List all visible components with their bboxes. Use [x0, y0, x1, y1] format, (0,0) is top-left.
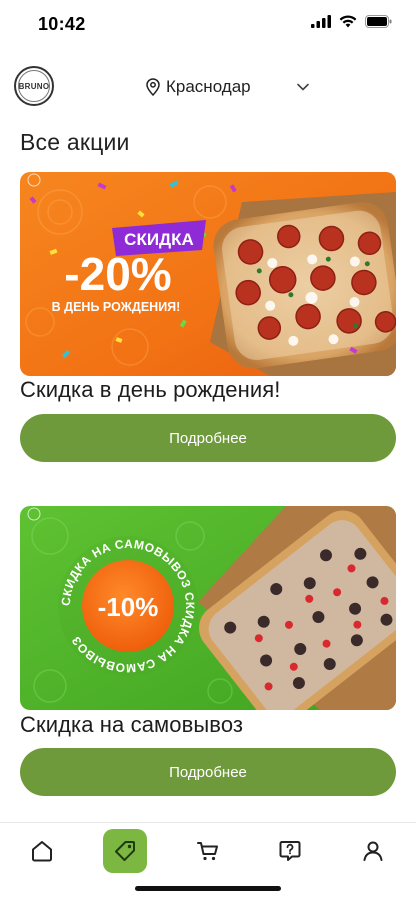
promotions-screen: 10:42 BRUNO Краснодар Все акции СКИДКА -…	[0, 0, 416, 900]
tag-icon	[115, 841, 135, 861]
promo-details-button-pickup[interactable]: Подробнее	[20, 748, 396, 796]
location-pin-icon	[146, 78, 160, 96]
status-bar: 10:42	[0, 0, 416, 48]
battery-icon	[365, 15, 392, 28]
tab-profile[interactable]	[351, 829, 395, 873]
status-time: 10:42	[38, 14, 86, 34]
promo-banner-pickup[interactable]: СКИДКА НА САМОВЫВОЗ СКИДКА НА САМОВЫВОЗ …	[20, 506, 396, 710]
promo-birthday-caption: В ДЕНЬ РОЖДЕНИЯ!	[52, 300, 181, 314]
brand-logo[interactable]: BRUNO	[14, 66, 54, 106]
promo-banner-pickup-art: СКИДКА НА САМОВЫВОЗ СКИДКА НА САМОВЫВОЗ …	[20, 506, 396, 710]
promo-details-button-birthday[interactable]: Подробнее	[20, 414, 396, 462]
home-icon	[32, 841, 52, 862]
signal-icon	[311, 15, 331, 28]
promo-birthday-badge: СКИДКА	[124, 230, 194, 249]
app-header: BRUNO Краснодар	[0, 62, 416, 114]
promo-birthday-value: -20%	[64, 248, 171, 300]
status-icons	[311, 15, 392, 28]
help-icon	[279, 841, 301, 861]
promo-title-pickup: Скидка на самовывоз	[20, 712, 244, 737]
tab-cart[interactable]	[186, 829, 230, 873]
cart-icon	[197, 842, 218, 861]
city-name: Краснодар	[166, 77, 251, 96]
tab-promotions[interactable]	[103, 829, 147, 873]
page-title: Все акции	[20, 129, 130, 155]
promo-banner-birthday-art: СКИДКА -20% В ДЕНЬ РОЖДЕНИЯ!	[20, 172, 396, 376]
brand-logo-emblem: BRUNO	[18, 70, 50, 102]
tab-help[interactable]	[268, 829, 312, 873]
profile-icon	[363, 841, 383, 861]
home-indicator	[135, 886, 281, 891]
brand-logo-text: BRUNO	[18, 81, 50, 91]
chevron-down-icon[interactable]	[296, 80, 310, 94]
promo-pickup-value: -10%	[98, 592, 159, 622]
tab-home[interactable]	[20, 829, 64, 873]
city-selector[interactable]: Краснодар	[146, 74, 251, 100]
promo-title-birthday: Скидка в день рождения!	[20, 377, 281, 402]
promo-banner-birthday[interactable]: СКИДКА -20% В ДЕНЬ РОЖДЕНИЯ!	[20, 172, 396, 376]
wifi-icon	[339, 15, 357, 28]
